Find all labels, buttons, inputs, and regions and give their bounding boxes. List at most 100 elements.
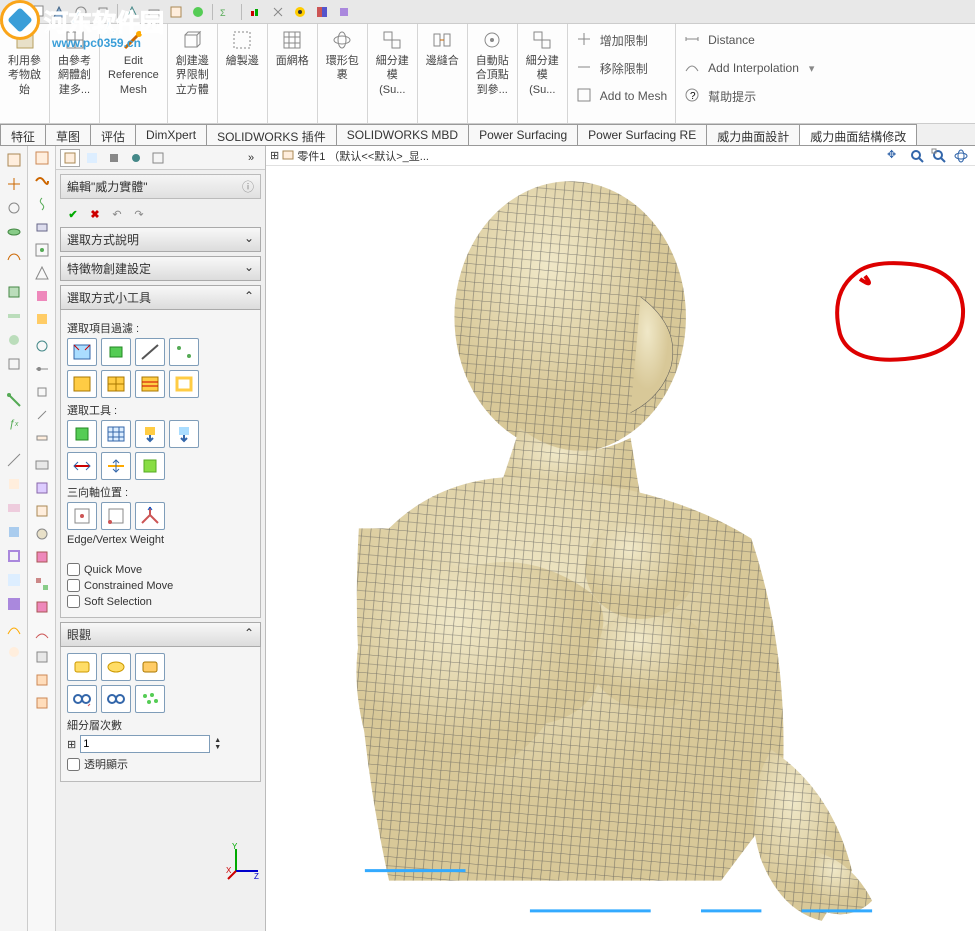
viewport[interactable]: ⊞ 零件1 （默认<<默认>_显... ✥ bbox=[266, 146, 975, 931]
ribbon-group-5[interactable]: 面網格 bbox=[268, 24, 318, 123]
qat-icon-8[interactable] bbox=[190, 4, 206, 20]
lt2-tool-16[interactable] bbox=[34, 526, 50, 545]
filter-rect[interactable] bbox=[169, 370, 199, 398]
lt1-tool-3[interactable] bbox=[4, 198, 24, 218]
tool-tri-horiz[interactable] bbox=[67, 452, 97, 480]
lt2-tool-8[interactable] bbox=[34, 338, 50, 357]
filter-solid[interactable] bbox=[101, 338, 131, 366]
ribbon-group-7[interactable]: 細分建模(Su... bbox=[368, 24, 418, 123]
lt2-tool-13[interactable] bbox=[34, 457, 50, 476]
lt1-tool-9[interactable] bbox=[4, 354, 24, 374]
lt2-tool-19[interactable] bbox=[34, 599, 50, 618]
lt1-tool-20[interactable] bbox=[4, 642, 24, 662]
distance-button[interactable]: Distance bbox=[684, 28, 814, 52]
qat-icon-12[interactable] bbox=[292, 4, 308, 20]
panel-tab-more[interactable]: » bbox=[241, 149, 261, 167]
view-zoom-fit-icon[interactable] bbox=[931, 148, 949, 166]
lt2-tool-5[interactable] bbox=[34, 265, 50, 284]
lt2-tool-17[interactable] bbox=[34, 549, 50, 568]
ribbon-group-9[interactable]: 自動貼合頂點到參... bbox=[468, 24, 518, 123]
tab-power-surfacing[interactable]: Power Surfacing bbox=[468, 124, 578, 145]
lt1-tool-7[interactable] bbox=[4, 306, 24, 326]
lt1-tool-2[interactable] bbox=[4, 174, 24, 194]
filter-grid[interactable] bbox=[101, 370, 131, 398]
lt2-tool-0[interactable] bbox=[34, 150, 50, 169]
tool-tri-vert[interactable] bbox=[101, 452, 131, 480]
tab-sketch[interactable]: 草图 bbox=[45, 124, 91, 145]
view-move-icon[interactable]: ✥ bbox=[887, 148, 905, 166]
panel-tab-feature-tree[interactable] bbox=[60, 149, 80, 167]
add-to-mesh-button[interactable]: Add to Mesh bbox=[576, 84, 667, 108]
triad-axes[interactable] bbox=[135, 502, 165, 530]
viewport-feature-tree-root[interactable]: ⊞ 零件1 （默认<<默认>_显... bbox=[270, 147, 429, 164]
lt1-tool-6[interactable] bbox=[4, 282, 24, 302]
qat-icon-9[interactable]: Σ bbox=[219, 4, 235, 20]
lt2-tool-2[interactable] bbox=[34, 196, 50, 215]
view-zoom-icon[interactable] bbox=[909, 148, 927, 166]
lt2-tool-12[interactable] bbox=[34, 430, 50, 449]
app-glasses2[interactable] bbox=[101, 685, 131, 713]
tab-features[interactable]: 特征 bbox=[0, 124, 46, 145]
tab-power-surface-design[interactable]: 威力曲面設計 bbox=[706, 124, 800, 145]
tab-evaluate[interactable]: 评估 bbox=[90, 124, 136, 145]
lt1-tool-11[interactable]: ƒx bbox=[4, 414, 24, 434]
app-solid-gold[interactable] bbox=[135, 653, 165, 681]
lt1-tool-17[interactable] bbox=[4, 570, 24, 590]
lt1-tool-10[interactable] bbox=[4, 390, 24, 410]
redo-button[interactable]: ↷ bbox=[130, 205, 148, 223]
add-constraint-button[interactable]: 增加限制 bbox=[576, 28, 667, 52]
section-appearance-header[interactable]: 眼觀⌃ bbox=[60, 622, 261, 647]
lt2-tool-9[interactable] bbox=[34, 361, 50, 380]
tab-power-surface-modify[interactable]: 威力曲面結構修改 bbox=[799, 124, 917, 145]
lt2-tool-7[interactable] bbox=[34, 311, 50, 330]
lt1-tool-1[interactable] bbox=[4, 150, 24, 170]
panel-tab-3[interactable] bbox=[104, 149, 124, 167]
lt2-tool-6[interactable] bbox=[34, 288, 50, 307]
triad-center[interactable] bbox=[67, 502, 97, 530]
tool-arrowdown2[interactable] bbox=[169, 420, 199, 448]
tool-arrowdown[interactable] bbox=[135, 420, 165, 448]
view-rotate-icon[interactable] bbox=[953, 148, 971, 166]
help-hint-button[interactable]: ?幫助提示 bbox=[684, 84, 814, 108]
qat-icon-14[interactable] bbox=[336, 4, 352, 20]
filter-vertex[interactable] bbox=[169, 338, 199, 366]
lt1-tool-15[interactable] bbox=[4, 522, 24, 542]
ribbon-group-3[interactable]: 創建邊界限制立方體 bbox=[168, 24, 218, 123]
lt1-tool-8[interactable] bbox=[4, 330, 24, 350]
app-glasses1[interactable] bbox=[67, 685, 97, 713]
lt2-tool-10[interactable] bbox=[34, 384, 50, 403]
lt1-tool-13[interactable] bbox=[4, 474, 24, 494]
transparent-checkbox[interactable]: 透明顯示 bbox=[67, 756, 254, 772]
lt2-tool-11[interactable] bbox=[34, 407, 50, 426]
app-ellipse-yellow[interactable] bbox=[101, 653, 131, 681]
qat-icon-7[interactable] bbox=[168, 4, 184, 20]
tab-sw-addins[interactable]: SOLIDWORKS 插件 bbox=[206, 124, 337, 145]
lt1-tool-16[interactable] bbox=[4, 546, 24, 566]
ok-button[interactable]: ✔ bbox=[64, 205, 82, 223]
ribbon-group-8[interactable]: 邊縫合 bbox=[418, 24, 468, 123]
lt2-tool-1[interactable] bbox=[34, 173, 50, 192]
section-feature-create-header[interactable]: 特徵物創建設定⌄ bbox=[60, 256, 261, 281]
lt2-tool-21[interactable] bbox=[34, 649, 50, 668]
tool-green2[interactable] bbox=[135, 452, 165, 480]
app-solid-yellow[interactable] bbox=[67, 653, 97, 681]
panel-info-icon[interactable]: ⓘ bbox=[242, 178, 254, 195]
section-select-tools-header[interactable]: 選取方式小工具⌃ bbox=[60, 285, 261, 310]
lt2-tool-3[interactable] bbox=[34, 219, 50, 238]
tab-dimxpert[interactable]: DimXpert bbox=[135, 124, 207, 145]
lt1-tool-19[interactable] bbox=[4, 618, 24, 638]
qat-icon-11[interactable] bbox=[270, 4, 286, 20]
panel-tab-5[interactable] bbox=[148, 149, 168, 167]
lt2-tool-23[interactable] bbox=[34, 695, 50, 714]
tab-power-surfacing-re[interactable]: Power Surfacing RE bbox=[577, 124, 707, 145]
lt2-tool-18[interactable] bbox=[34, 576, 50, 595]
tool-box[interactable] bbox=[67, 420, 97, 448]
lt2-tool-14[interactable] bbox=[34, 480, 50, 499]
undo-button[interactable]: ↶ bbox=[108, 205, 126, 223]
qat-icon-10[interactable] bbox=[248, 4, 264, 20]
lt2-tool-4[interactable] bbox=[34, 242, 50, 261]
tab-sw-mbd[interactable]: SOLIDWORKS MBD bbox=[336, 124, 469, 145]
lt1-tool-18[interactable] bbox=[4, 594, 24, 614]
sublevel-up[interactable]: ▲ bbox=[214, 737, 221, 744]
ribbon-group-6[interactable]: 環形包裹 bbox=[318, 24, 368, 123]
